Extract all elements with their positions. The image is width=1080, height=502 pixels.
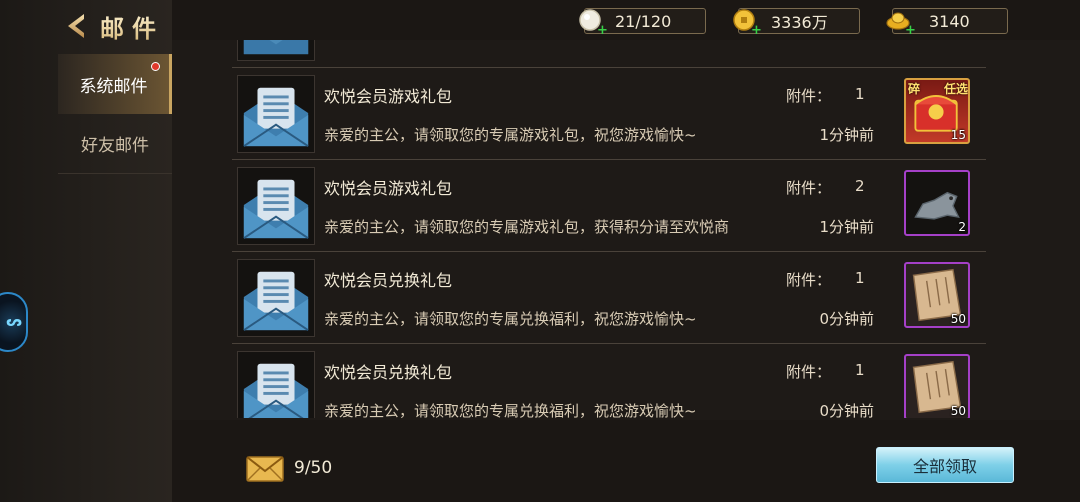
attachment-item[interactable]: 碎 任选 15 (904, 78, 970, 144)
plus-icon: + (597, 23, 608, 38)
mail-row[interactable]: 欢悦会员兑换礼包 亲爱的主公，请领取您的专属兑换福利，祝您游戏愉快~ 附件： 1… (232, 344, 986, 418)
mail-count: 9/50 (294, 458, 333, 478)
sidebar-item-label: 系统邮件 (79, 76, 148, 97)
resource-value: 3140 (929, 11, 970, 31)
item-badge-left: 碎 (908, 82, 921, 96)
envelope-letter-icon (237, 259, 315, 337)
sidebar-item-label: 好友邮件 (81, 136, 149, 156)
plus-icon: + (905, 23, 916, 38)
mail-row[interactable]: 欢悦会员游戏礼包 亲爱的主公，请领取您的专属游戏礼包，祝您游戏愉快~ 附件： 1… (232, 68, 986, 160)
mail-time: 1分钟前 (819, 126, 874, 144)
floating-ball-glyph: ᔕ (6, 314, 22, 330)
item-badge: 碎 任选 (906, 80, 968, 97)
footer-bar: 9/50 全部领取 (172, 420, 1080, 502)
envelope-letter-icon (237, 351, 315, 418)
notification-dot (151, 62, 160, 71)
resource-gold-ingot[interactable]: + 3140 (886, 8, 1008, 38)
item-badge-right: 任选 (943, 82, 968, 96)
mail-description: 亲爱的主公，请领取您的专属兑换福利，祝您游戏愉快~ (324, 310, 697, 328)
resource-gold-coins[interactable]: + 3336万 (733, 8, 860, 38)
envelope-letter-icon (237, 40, 315, 61)
mail-description: 亲爱的主公，请领取您的专属游戏礼包，获得积分请至欢悦商 (324, 218, 730, 236)
attachment-label: 附件： (786, 363, 832, 381)
sidebar: 邮件 系统邮件 好友邮件 (0, 0, 172, 502)
mail-row[interactable]: 欢悦会员游戏礼包 亲爱的主公，请领取您的专属游戏礼包，获得积分请至欢悦商 附件：… (232, 160, 986, 252)
page-title: 邮件 (100, 9, 164, 44)
attachment-label: 附件： (786, 179, 832, 197)
attachment-item[interactable]: 50 (904, 262, 970, 328)
attachment-item[interactable]: 50 (904, 354, 970, 418)
mail-time: 0分钟前 (819, 310, 874, 328)
mail-time: 1分钟前 (819, 218, 874, 236)
item-quantity: 15 (950, 128, 966, 142)
item-quantity: 50 (950, 404, 966, 418)
mail-row[interactable]: 欢悦会员兑换礼包 亲爱的主公，请领取您的专属兑换福利，祝您游戏愉快~ 附件： 1… (232, 252, 986, 344)
attachment-label: 附件： (786, 271, 832, 289)
mail-row-partial[interactable] (232, 40, 986, 68)
envelope-letter-icon (237, 167, 315, 245)
back-button[interactable]: 邮件 (64, 8, 174, 44)
attachment-label: 附件： (786, 87, 832, 105)
claim-all-button[interactable]: 全部领取 (876, 447, 1014, 483)
attachment-item[interactable]: 2 (904, 170, 970, 236)
floating-assistant-ball[interactable]: ᔕ (0, 292, 28, 352)
mail-title: 欢悦会员游戏礼包 (324, 87, 453, 106)
mail-description: 亲爱的主公，请领取您的专属兑换福利，祝您游戏愉快~ (324, 402, 697, 418)
chevron-left-icon (68, 14, 84, 38)
mail-title: 欢悦会员游戏礼包 (324, 179, 453, 198)
mail-time: 0分钟前 (819, 402, 874, 418)
attachment-count: 1 (855, 269, 865, 287)
item-quantity: 2 (958, 220, 966, 234)
attachment-count: 1 (855, 85, 865, 103)
attachment-count: 2 (855, 177, 865, 195)
mail-title: 欢悦会员兑换礼包 (324, 271, 453, 290)
resource-value: 3336万 (771, 13, 828, 32)
resource-pearl[interactable]: + 21/120 (579, 8, 706, 38)
item-quantity: 50 (950, 312, 966, 326)
sidebar-item-friend-mail[interactable]: 好友邮件 (58, 114, 172, 174)
attachment-count: 1 (855, 361, 865, 379)
resource-value: 21/120 (615, 11, 672, 31)
envelope-letter-icon (237, 75, 315, 153)
resource-bar: + 21/120 + 3336万 + 3140 (172, 0, 1080, 40)
mail-panel: + 21/120 + 3336万 + 3140 欢悦会员游戏礼包 亲爱的主公，请… (172, 0, 1080, 502)
envelope-icon (246, 456, 284, 482)
mail-description: 亲爱的主公，请领取您的专属游戏礼包，祝您游戏愉快~ (324, 126, 697, 144)
mail-title: 欢悦会员兑换礼包 (324, 363, 453, 382)
plus-icon: + (751, 23, 762, 38)
mail-list[interactable]: 欢悦会员游戏礼包 亲爱的主公，请领取您的专属游戏礼包，祝您游戏愉快~ 附件： 1… (232, 40, 986, 418)
sidebar-item-system-mail[interactable]: 系统邮件 (58, 54, 172, 114)
